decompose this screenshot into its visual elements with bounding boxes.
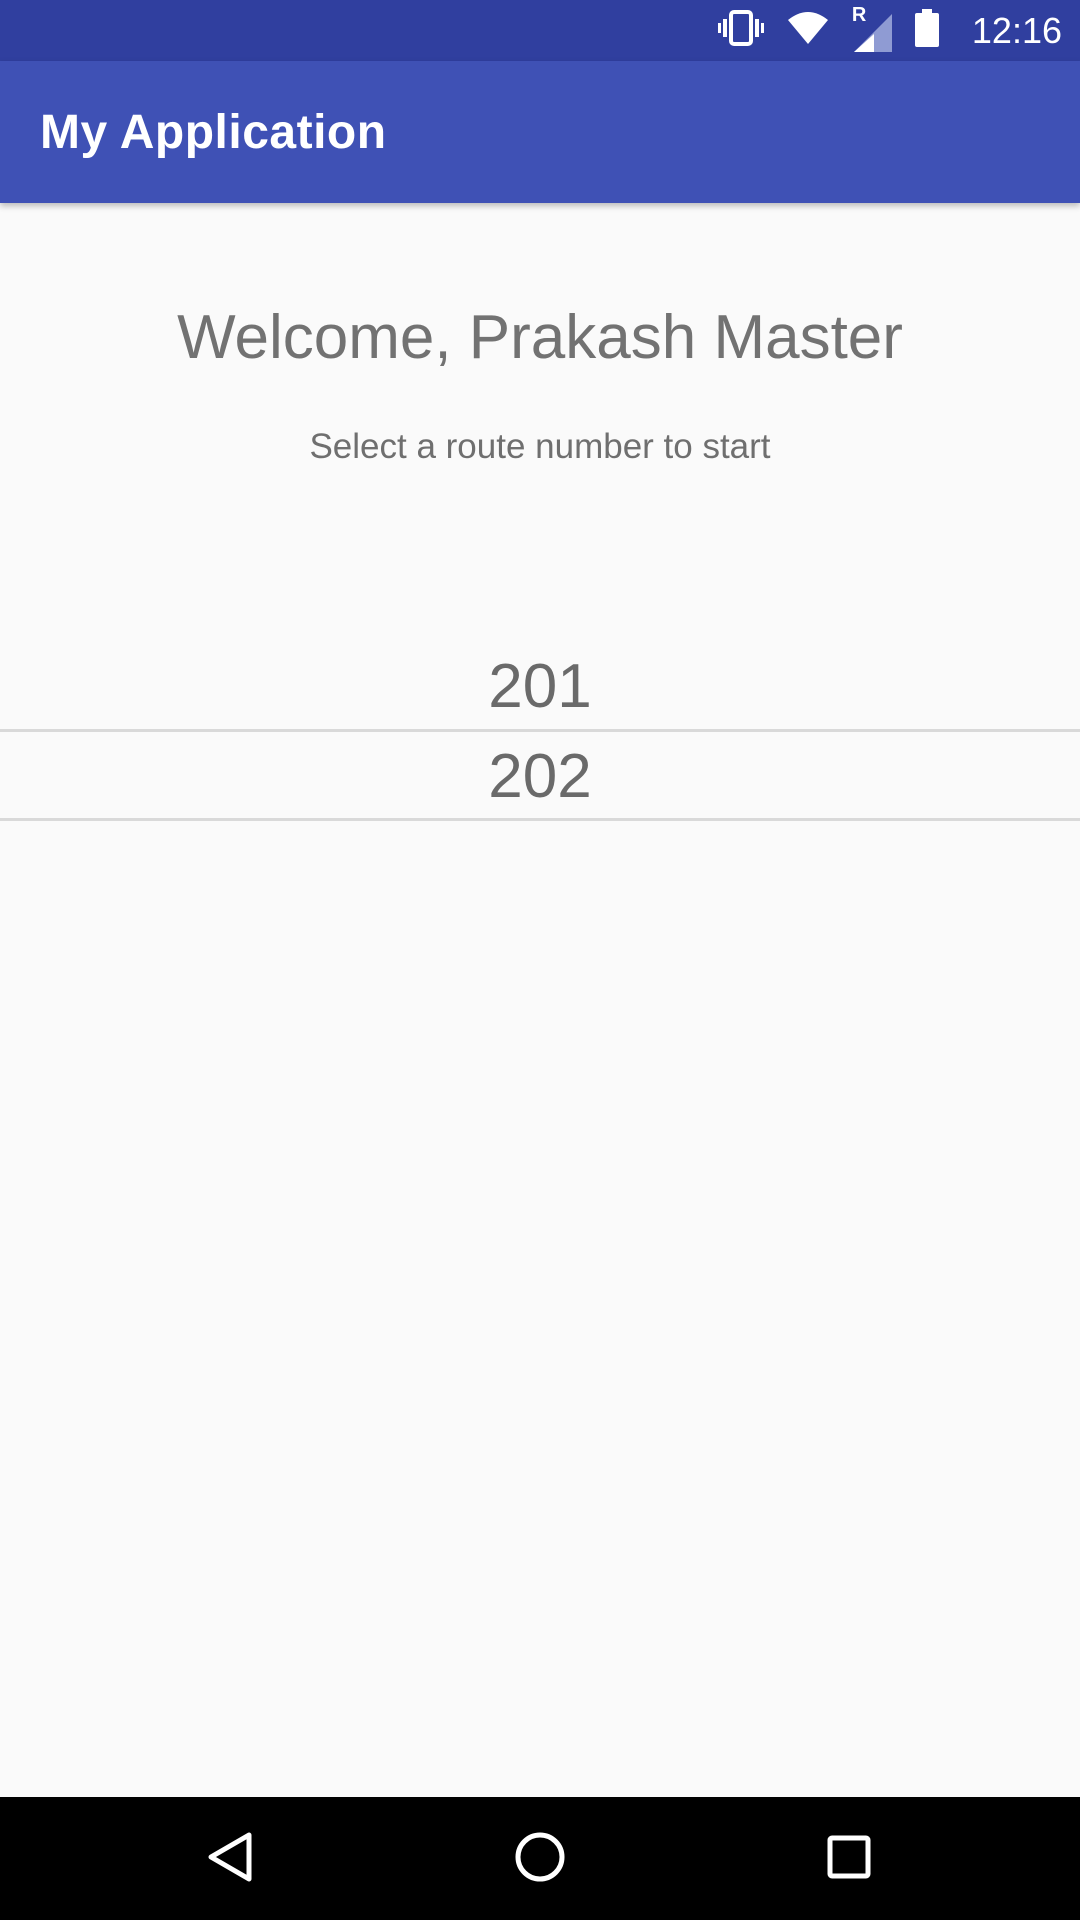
picker-divider-top xyxy=(0,729,1080,732)
cell-signal-icon: R xyxy=(852,4,892,52)
vibrate-icon xyxy=(717,10,764,51)
status-icons: R 12:16 xyxy=(717,0,1062,61)
back-icon xyxy=(205,1831,255,1888)
route-picker-item-202-selected[interactable]: 202 xyxy=(0,741,1080,812)
recents-icon xyxy=(826,1834,872,1885)
instruction-text: Select a route number to start xyxy=(309,427,771,466)
home-icon xyxy=(514,1831,566,1888)
navigation-bar xyxy=(0,1797,1080,1920)
battery-icon xyxy=(914,9,940,52)
picker-divider-bottom xyxy=(0,818,1080,821)
status-time: 12:16 xyxy=(971,9,1062,51)
status-bar: R 12:16 xyxy=(0,0,1080,61)
home-button[interactable] xyxy=(504,1823,576,1895)
main-content: Welcome, Prakash Master Select a route n… xyxy=(0,203,1080,1797)
app-title: My Application xyxy=(40,106,387,159)
wifi-icon xyxy=(786,10,830,51)
app-bar: My Application xyxy=(0,61,1080,203)
route-picker-item-201[interactable]: 201 xyxy=(0,651,1080,722)
welcome-heading: Welcome, Prakash Master xyxy=(177,303,903,372)
recents-button[interactable] xyxy=(813,1823,885,1895)
roaming-indicator: R xyxy=(851,3,867,26)
back-button[interactable] xyxy=(194,1823,266,1895)
